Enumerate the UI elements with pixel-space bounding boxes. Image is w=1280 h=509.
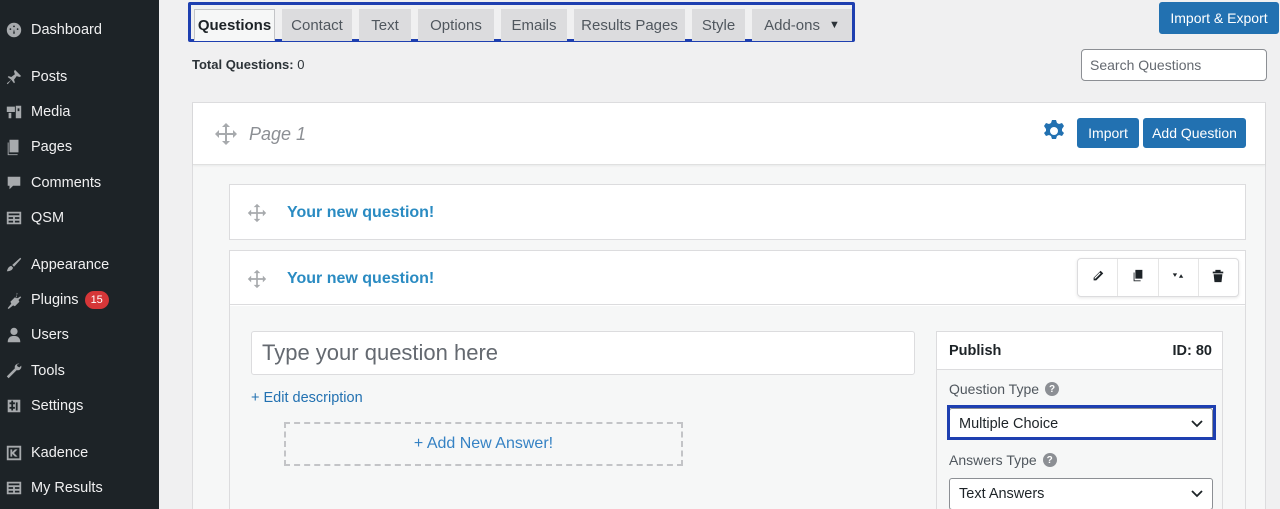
- trash-icon: [1211, 269, 1225, 286]
- move-handle-icon[interactable]: [214, 122, 238, 149]
- media-icon: [4, 102, 24, 122]
- dashboard-icon: [4, 20, 24, 40]
- tab-emails[interactable]: Emails: [501, 9, 567, 41]
- sidebar-item-label: Users: [31, 327, 69, 343]
- answers-type-label: Answers Type?: [949, 452, 1057, 468]
- sidebar-item-label: Plugins 15: [31, 291, 109, 309]
- page-title: Page 1: [249, 124, 307, 144]
- sidebar-item-label: Tools: [31, 363, 65, 379]
- move-arrows-icon: [1171, 269, 1185, 286]
- tab-label: Add-ons: [764, 16, 820, 34]
- sidebar-item-media[interactable]: Media: [0, 95, 159, 129]
- sidebar-item-appearance[interactable]: Appearance: [0, 248, 159, 282]
- sidebar-item-kadence[interactable]: Kadence: [0, 436, 159, 470]
- tab-add-ons[interactable]: Add-ons ▼: [752, 9, 852, 41]
- answers-type-text: Answers Type: [949, 452, 1037, 468]
- sidebar-item-tools[interactable]: Tools: [0, 354, 159, 388]
- duplicate-button[interactable]: [1118, 259, 1159, 296]
- help-icon[interactable]: ?: [1042, 453, 1057, 467]
- publish-header: Publish ID: 80: [937, 332, 1222, 370]
- question-text-input[interactable]: [251, 331, 915, 375]
- publish-label: Publish: [949, 343, 1002, 359]
- sidebar-item-label: QSM: [31, 210, 65, 226]
- pin-icon: [4, 67, 24, 87]
- sidebar-item-label: Media: [31, 104, 71, 120]
- total-label: Total Questions:: [192, 57, 294, 72]
- edit-button[interactable]: [1078, 259, 1119, 296]
- sidebar-item-label: Settings: [31, 398, 84, 414]
- user-icon: [4, 325, 24, 345]
- question-title[interactable]: Your new question!: [287, 204, 434, 222]
- add-question-button[interactable]: Add Question: [1143, 118, 1246, 148]
- import-button[interactable]: Import: [1077, 118, 1139, 148]
- sidebar-item-posts[interactable]: Posts: [0, 60, 159, 94]
- answers-type-select[interactable]: Text Answers: [949, 478, 1213, 509]
- results-icon: [4, 478, 24, 498]
- sidebar-item-label: My Results: [31, 480, 103, 496]
- plug-icon: [4, 290, 24, 310]
- edit-description-link[interactable]: + Edit description: [251, 390, 363, 406]
- answers-type-value: Text Answers: [959, 486, 1045, 502]
- settings-icon: [4, 396, 24, 416]
- sidebar-item-dashboard[interactable]: Dashboard: [0, 13, 159, 47]
- brush-icon: [4, 255, 24, 275]
- tab-bar: Questions Contact Text Options Emails Re…: [188, 2, 855, 42]
- sidebar-item-my-results[interactable]: My Results: [0, 471, 159, 505]
- total-questions: Total Questions: 0: [192, 57, 304, 72]
- question-card[interactable]: Your new question!: [229, 184, 1246, 240]
- sidebar-item-label: Appearance: [31, 257, 110, 273]
- wrench-icon: [4, 361, 24, 381]
- qsm-icon: [4, 208, 24, 228]
- highlight-box: [947, 405, 1216, 440]
- sidebar-item-qsm[interactable]: QSM: [0, 201, 159, 235]
- sidebar-item-label: Kadence: [31, 445, 89, 461]
- move-handle-icon[interactable]: [247, 269, 267, 292]
- sidebar-item-label: Dashboard: [31, 22, 102, 38]
- help-icon[interactable]: ?: [1045, 382, 1060, 396]
- search-input[interactable]: [1081, 49, 1267, 81]
- pages-icon: [4, 137, 24, 157]
- tab-options[interactable]: Options: [418, 9, 494, 41]
- sidebar-item-text: Plugins: [31, 291, 79, 308]
- sidebar-item-users[interactable]: Users: [0, 318, 159, 352]
- import-export-button[interactable]: Import & Export: [1159, 2, 1279, 34]
- sidebar-item-label: Comments: [31, 175, 102, 191]
- total-value: 0: [297, 57, 305, 72]
- question-title[interactable]: Your new question!: [287, 270, 434, 288]
- admin-sidebar: Dashboard Posts Media Pages Comments QSM…: [0, 0, 159, 509]
- tab-contact[interactable]: Contact: [282, 9, 352, 41]
- move-button[interactable]: [1159, 259, 1199, 296]
- sidebar-item-label: Pages: [31, 139, 73, 155]
- kadence-icon: [4, 443, 24, 463]
- gear-icon[interactable]: [1042, 119, 1066, 146]
- sidebar-item-pages[interactable]: Pages: [0, 130, 159, 164]
- tab-results-pages[interactable]: Results Pages: [574, 9, 685, 41]
- sidebar-item-label: Posts: [31, 69, 68, 85]
- sidebar-item-comments[interactable]: Comments: [0, 166, 159, 200]
- chevron-down-icon: [1190, 486, 1204, 504]
- comment-icon: [4, 173, 24, 193]
- question-type-label: Question Type?: [949, 381, 1060, 397]
- add-new-answer-button[interactable]: + Add New Answer!: [284, 422, 683, 466]
- caret-down-icon: ▼: [828, 19, 840, 31]
- question-id: ID: 80: [1172, 343, 1213, 359]
- tab-text[interactable]: Text: [359, 9, 411, 41]
- sidebar-item-settings[interactable]: Settings: [0, 389, 159, 423]
- delete-button[interactable]: [1199, 259, 1238, 296]
- sidebar-item-plugins[interactable]: Plugins 15: [0, 283, 159, 317]
- update-count-badge: 15: [84, 291, 109, 309]
- move-handle-icon[interactable]: [247, 203, 267, 226]
- question-actions: [1077, 258, 1239, 297]
- pencil-icon: [1091, 269, 1105, 286]
- tab-style[interactable]: Style: [692, 9, 745, 41]
- question-type-text: Question Type: [949, 381, 1040, 397]
- tab-questions[interactable]: Questions: [194, 9, 275, 41]
- copy-icon: [1131, 269, 1145, 286]
